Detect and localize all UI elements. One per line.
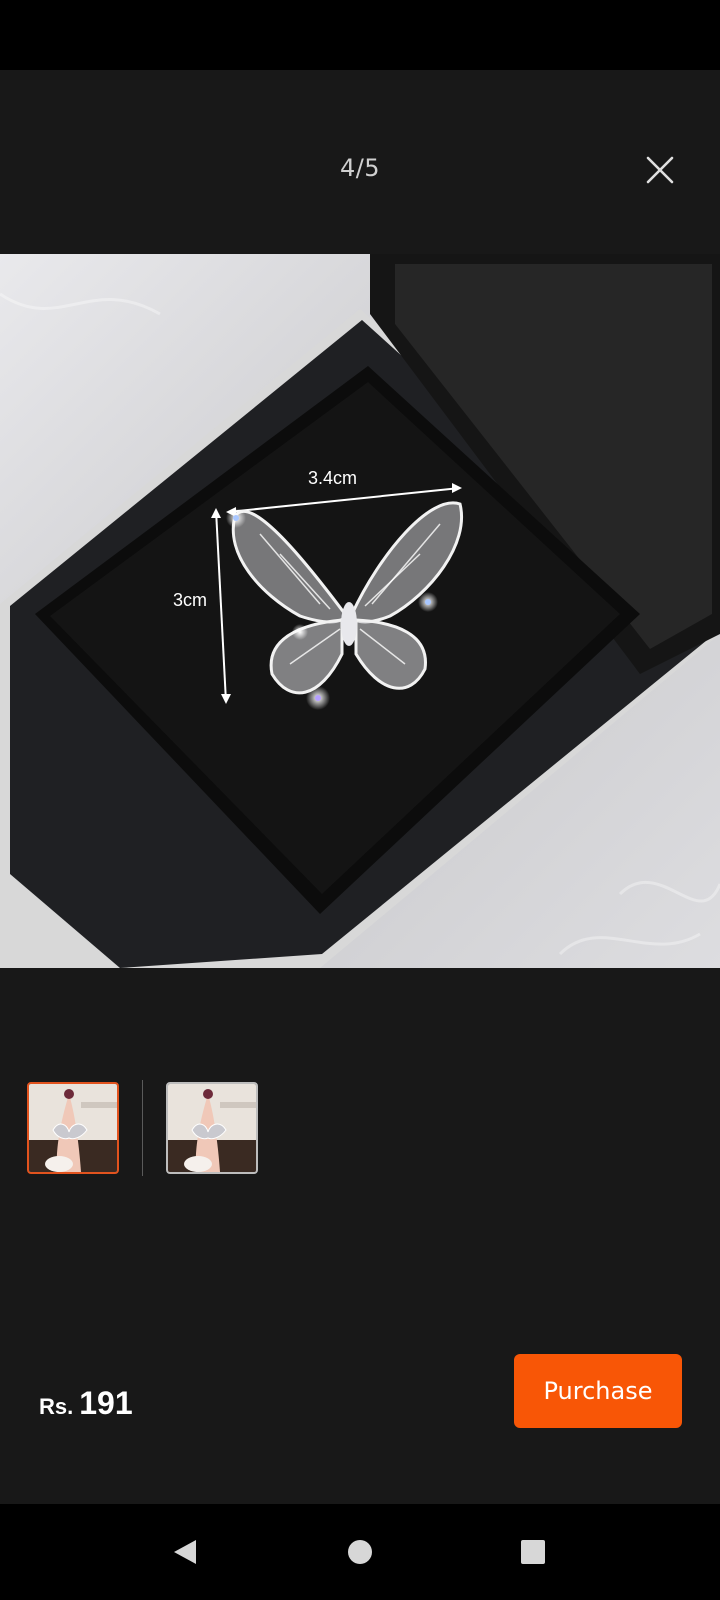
thumbnail-divider [142,1080,143,1176]
image-counter: 4/5 [339,154,381,182]
butterfly-ring-photo: 3.4cm 3cm [0,254,720,968]
close-icon [646,156,674,184]
price-currency: Rs. [39,1394,74,1419]
thumbnail-2-image [168,1084,256,1172]
height-measure-label: 3cm [173,590,207,610]
image-viewer-screen: 4/5 3.4cm 3cm Rs. 191 Purchase [0,0,720,1600]
viewer-header: 4/5 [0,70,720,250]
price-amount: 191 [79,1385,133,1421]
thumbnail-1-image [29,1084,117,1172]
purchase-button[interactable]: Purchase [514,1354,682,1428]
thumbnail-1[interactable] [27,1082,119,1174]
width-measure-label: 3.4cm [308,468,357,488]
home-circle-icon[interactable] [340,1532,380,1572]
product-main-photo[interactable]: 3.4cm 3cm [0,254,720,968]
thumbnail-2[interactable] [166,1082,258,1174]
back-triangle-icon[interactable] [166,1532,206,1572]
thumbnail-strip [27,1080,258,1176]
price-display: Rs. 191 [39,1385,133,1422]
recents-square-icon[interactable] [513,1532,553,1572]
system-navigation-bar [0,1504,720,1600]
close-button[interactable] [638,148,682,192]
status-bar [0,0,720,70]
